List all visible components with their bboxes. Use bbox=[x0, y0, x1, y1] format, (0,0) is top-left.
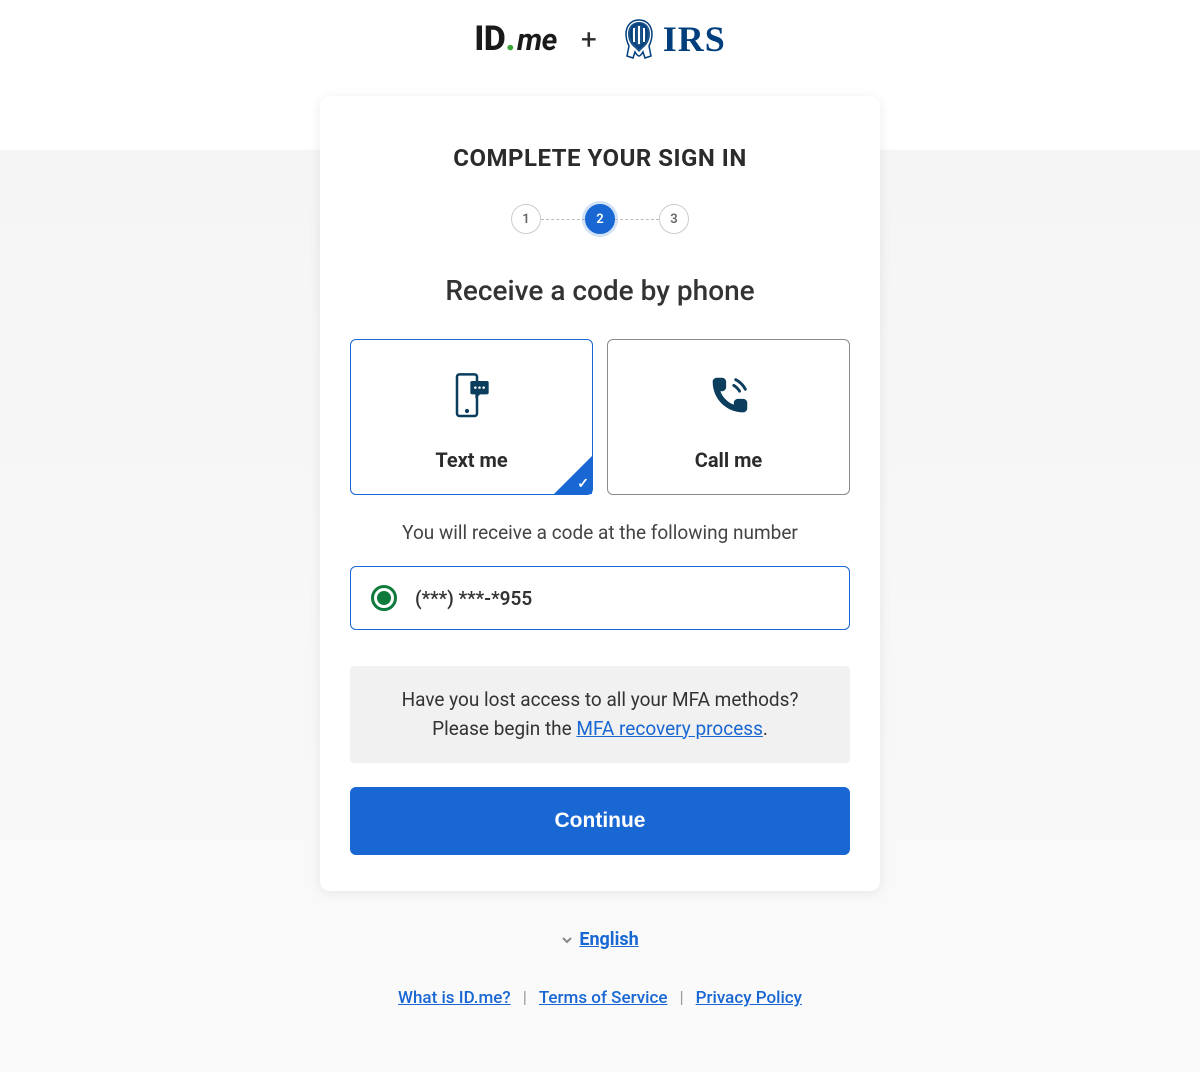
terms-link[interactable]: Terms of Service bbox=[539, 988, 668, 1008]
step-line bbox=[615, 219, 659, 220]
separator: | bbox=[523, 988, 527, 1008]
step-line bbox=[541, 219, 585, 220]
notice-prefix: Please begin the bbox=[432, 717, 576, 740]
notice-line1: Have you lost access to all your MFA met… bbox=[402, 688, 799, 711]
chevron-down-icon bbox=[561, 934, 573, 946]
language-selector[interactable]: English bbox=[561, 929, 638, 950]
footer-links: What is ID.me? | Terms of Service | Priv… bbox=[398, 988, 802, 1008]
notice-suffix: . bbox=[763, 717, 768, 740]
selected-check-icon bbox=[554, 456, 592, 494]
mfa-recovery-link[interactable]: MFA recovery process bbox=[576, 717, 762, 740]
page-title: COMPLETE YOUR SIGN IN bbox=[350, 144, 850, 172]
progress-stepper: 1 2 3 bbox=[350, 204, 850, 234]
phone-option[interactable]: (***) ***-*955 bbox=[350, 566, 850, 630]
phone-call-icon bbox=[701, 368, 757, 424]
irs-eagle-icon bbox=[621, 18, 657, 60]
helper-text: You will receive a code at the following… bbox=[350, 521, 850, 544]
idme-id-text: ID bbox=[474, 19, 505, 59]
radio-selected-icon bbox=[377, 591, 391, 605]
partner-logos: ID.me + IRS bbox=[474, 0, 726, 84]
call-me-label: Call me bbox=[695, 448, 762, 472]
mfa-recovery-notice: Have you lost access to all your MFA met… bbox=[350, 666, 850, 763]
step-1: 1 bbox=[511, 204, 541, 234]
step-2: 2 bbox=[585, 204, 615, 234]
idme-me-text: me bbox=[517, 23, 557, 58]
continue-button[interactable]: Continue bbox=[350, 787, 850, 855]
separator: | bbox=[680, 988, 684, 1008]
text-me-label: Text me bbox=[435, 448, 507, 472]
phone-radio[interactable] bbox=[371, 585, 397, 611]
language-label: English bbox=[579, 929, 638, 950]
footer: English What is ID.me? | Terms of Servic… bbox=[398, 929, 802, 1008]
delivery-options: Text me Call me bbox=[350, 339, 850, 495]
what-is-link[interactable]: What is ID.me? bbox=[398, 988, 511, 1008]
step-3: 3 bbox=[659, 204, 689, 234]
irs-text: IRS bbox=[663, 18, 726, 60]
text-me-option[interactable]: Text me bbox=[350, 339, 593, 495]
signin-card: COMPLETE YOUR SIGN IN 1 2 3 Receive a co… bbox=[320, 96, 880, 891]
idme-logo: ID.me bbox=[474, 19, 557, 59]
call-me-option[interactable]: Call me bbox=[607, 339, 850, 495]
subtitle: Receive a code by phone bbox=[350, 274, 850, 307]
plus-icon: + bbox=[581, 23, 597, 56]
privacy-link[interactable]: Privacy Policy bbox=[696, 988, 802, 1008]
phone-text-icon bbox=[444, 368, 500, 424]
idme-dot: . bbox=[505, 19, 515, 59]
phone-number: (***) ***-*955 bbox=[415, 587, 532, 610]
irs-logo: IRS bbox=[621, 18, 726, 60]
